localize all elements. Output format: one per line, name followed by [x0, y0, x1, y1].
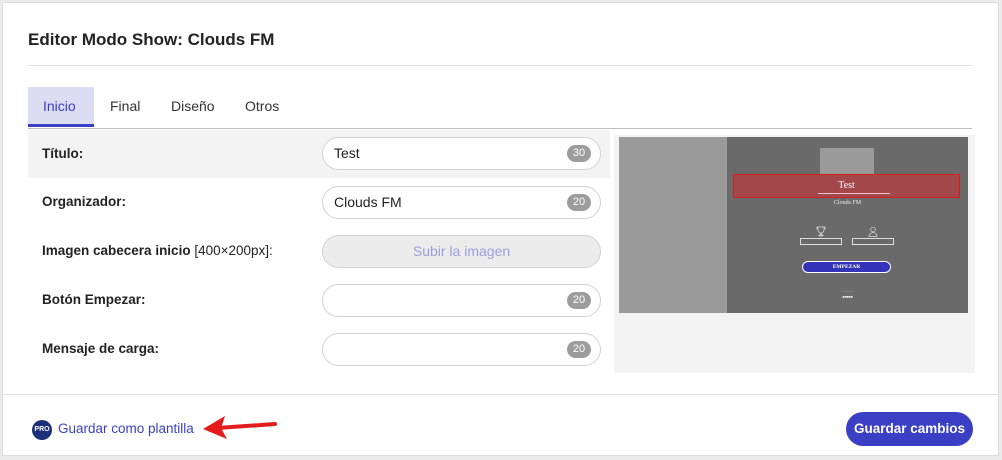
preview-ranking-box	[800, 238, 842, 245]
save-changes-button[interactable]: Guardar cambios	[846, 412, 973, 446]
imagen-label: Imagen cabecera inicio [400×200px]:	[42, 227, 273, 275]
preview-footer-logo: ■■■■■	[842, 295, 853, 299]
tab-bar: Inicio Final Diseño Otros	[28, 87, 972, 129]
imagen-row: Imagen cabecera inicio [400×200px]: Subi…	[28, 227, 610, 275]
show-preview: Test Clouds FM EMPEZAR ———— ■■■■■	[614, 135, 975, 373]
red-arrow-icon	[203, 416, 277, 439]
char-count-badge: 20	[567, 194, 591, 211]
titulo-input[interactable]: Test 30	[322, 137, 601, 170]
boton-row: Botón Empezar: 20	[28, 276, 610, 324]
titulo-label: Título:	[42, 146, 84, 161]
char-count-badge: 20	[567, 341, 591, 358]
organizador-label: Organizador:	[42, 194, 127, 209]
char-count-badge: 30	[567, 145, 591, 162]
tab-otros[interactable]: Otros	[230, 87, 294, 127]
title-divider	[28, 65, 972, 66]
titulo-value: Test	[334, 145, 360, 161]
pro-badge: PRO	[32, 420, 52, 440]
organizador-value: Clouds FM	[334, 194, 402, 210]
upload-image-button[interactable]: Subir la imagen	[322, 235, 601, 268]
preview-title-text: Test	[838, 180, 855, 191]
preview-title-underline	[818, 193, 890, 194]
preview-footer-line: ————	[841, 289, 854, 293]
organizador-input[interactable]: Clouds FM 20	[322, 186, 601, 219]
imagen-label-text: Imagen cabecera inicio	[42, 243, 191, 258]
mensaje-input[interactable]: 20	[322, 333, 601, 366]
titulo-row: Título: Test 30	[28, 130, 610, 178]
save-as-template-link[interactable]: Guardar como plantilla	[58, 421, 194, 436]
char-count-badge: 20	[567, 292, 591, 309]
imagen-size-hint: [400×200px]:	[194, 243, 273, 258]
mensaje-row: Mensaje de carga: 20	[28, 325, 610, 373]
preview-screen: Test Clouds FM EMPEZAR ———— ■■■■■	[727, 137, 968, 313]
organizador-row: Organizador: Clouds FM 20	[28, 178, 610, 226]
tab-inicio[interactable]: Inicio	[28, 87, 94, 127]
editor-modal: Editor Modo Show: Clouds FM Inicio Final…	[2, 2, 999, 456]
boton-label: Botón Empezar:	[42, 292, 146, 307]
preview-organizer: Clouds FM	[833, 200, 862, 206]
footer-divider	[3, 394, 998, 395]
preview-title: Test	[733, 174, 960, 198]
preview-side-panel	[619, 137, 727, 313]
modal-title: Editor Modo Show: Clouds FM	[28, 30, 275, 49]
boton-input[interactable]: 20	[322, 284, 601, 317]
preview-header-image	[820, 148, 874, 175]
preview-participants-box	[852, 238, 894, 245]
preview-start-button: EMPEZAR	[802, 261, 891, 273]
mensaje-label: Mensaje de carga:	[42, 341, 160, 356]
tab-final[interactable]: Final	[95, 87, 155, 127]
tab-diseno[interactable]: Diseño	[156, 87, 230, 127]
